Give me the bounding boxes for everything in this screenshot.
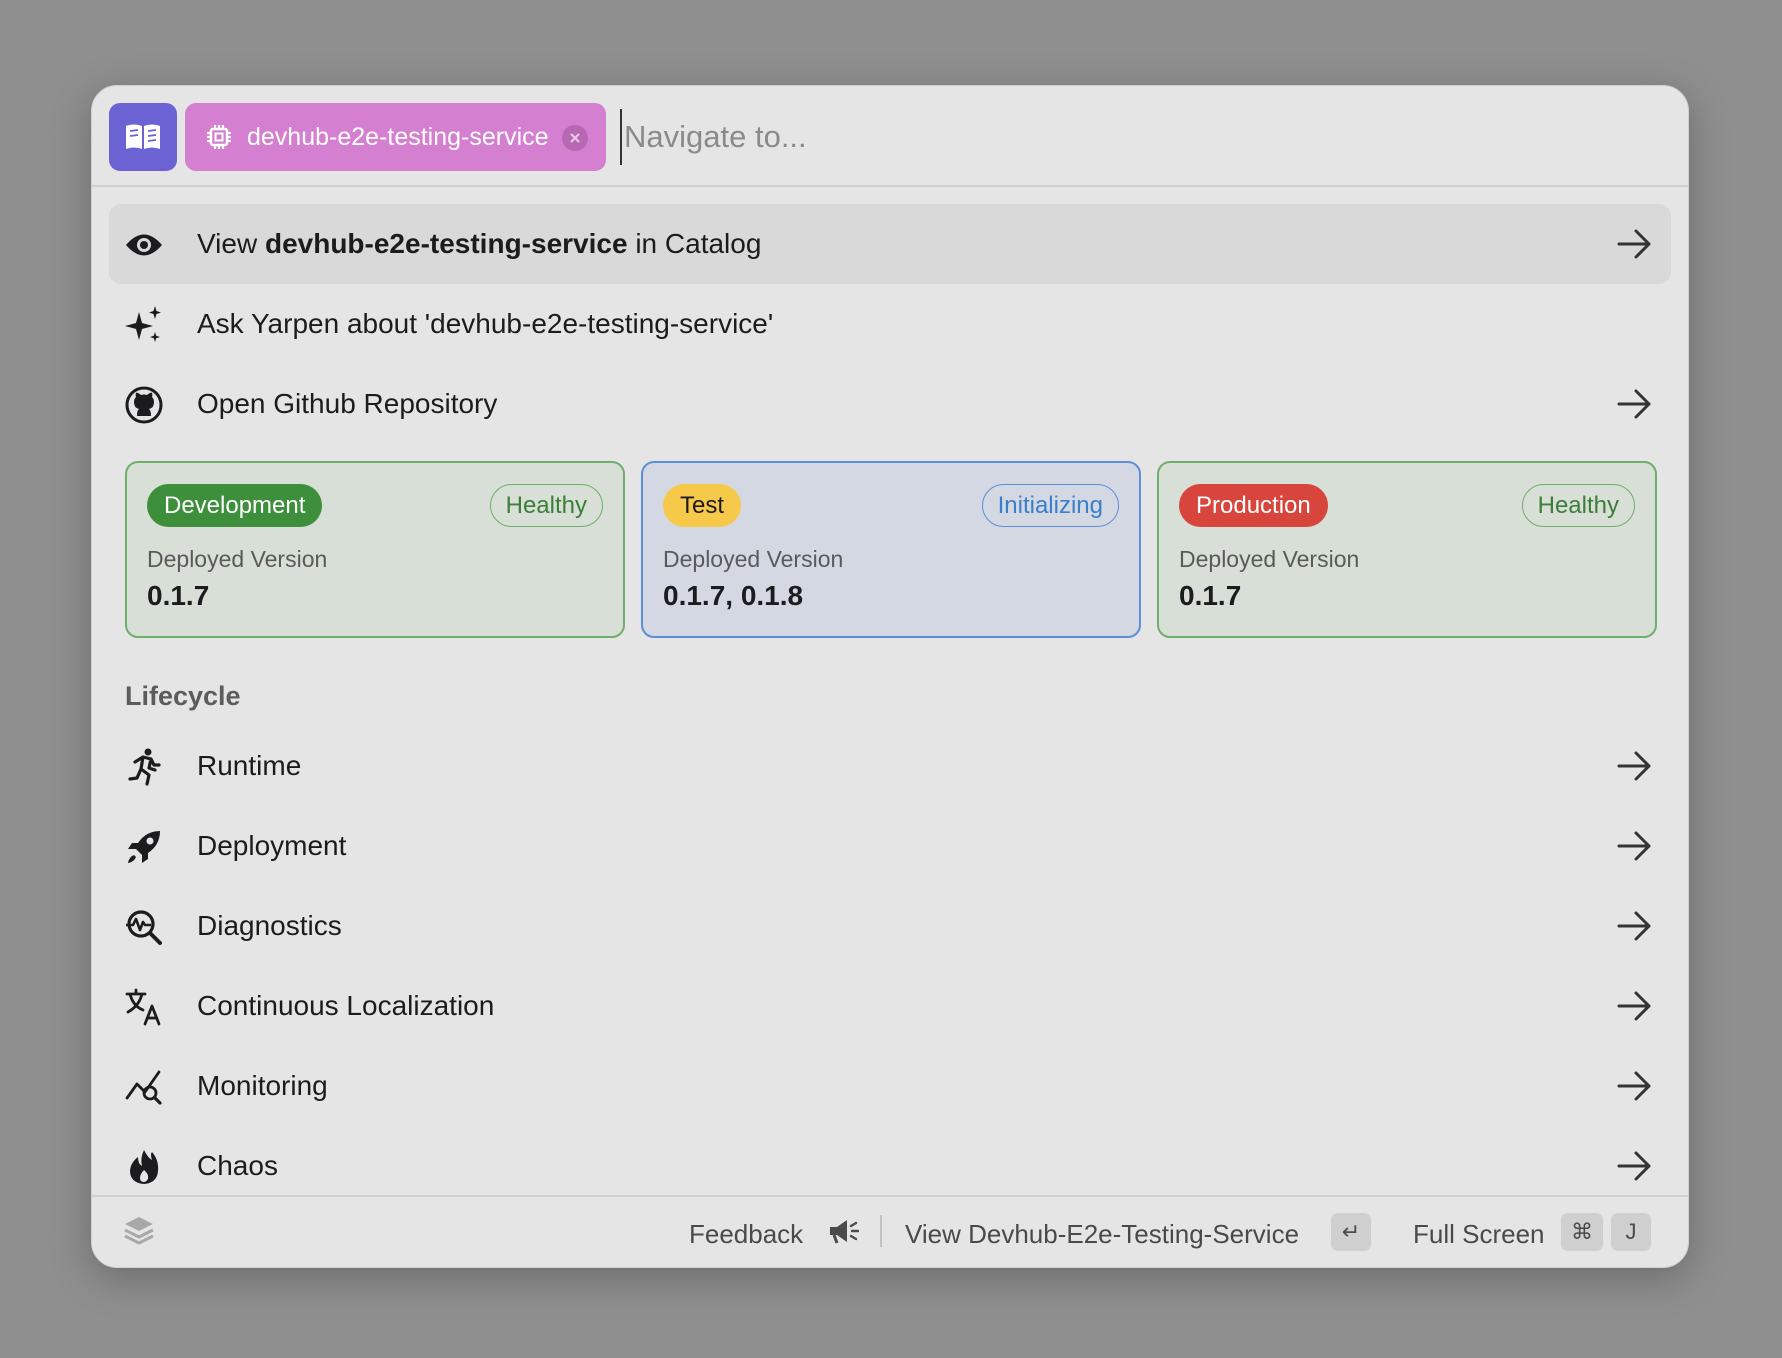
footer-divider: [880, 1215, 882, 1247]
lifecycle-item-label: Runtime: [197, 750, 302, 781]
open-github-item[interactable]: Open Github Repository: [109, 364, 1671, 444]
cmd-key-hint: ⌘: [1561, 1213, 1603, 1251]
entity-chip[interactable]: devhub-e2e-testing-service: [185, 103, 606, 171]
lifecycle-heading: Lifecycle: [125, 681, 241, 711]
view-entity-label[interactable]: View Devhub-E2e-Testing-Service: [905, 1219, 1299, 1250]
lifecycle-item-label: Chaos: [197, 1150, 278, 1181]
arrow-right-icon: [1615, 746, 1655, 786]
book-icon: [126, 124, 160, 149]
arrow-right-icon: [1615, 384, 1655, 424]
env-badge: Production: [1179, 484, 1328, 527]
lifecycle-item-monitoring[interactable]: Monitoring: [109, 1046, 1671, 1126]
arrow-right-icon: [1615, 1066, 1655, 1106]
entity-chip-label: devhub-e2e-testing-service: [247, 122, 549, 151]
open-github-label: Open Github Repository: [197, 388, 498, 419]
search-input[interactable]: [620, 109, 1620, 165]
close-icon[interactable]: [562, 125, 588, 151]
lifecycle-item-diagnostics[interactable]: Diagnostics: [109, 886, 1671, 966]
arrow-right-icon: [1615, 826, 1655, 866]
status-badge: Initializing: [981, 484, 1119, 527]
deployed-version-label: Deployed Version: [1179, 546, 1360, 572]
deployed-version-value: 0.1.7: [147, 580, 210, 611]
arrow-right-icon: [1615, 224, 1655, 264]
stack-logo-icon: [123, 1215, 155, 1256]
feedback-link[interactable]: Feedback: [689, 1219, 803, 1250]
fire-icon: [125, 1148, 163, 1186]
search-header: devhub-e2e-testing-service: [92, 86, 1688, 187]
arrow-right-icon: [1615, 906, 1655, 946]
deployed-version-value: 0.1.7, 0.1.8: [663, 580, 804, 611]
footer-bar: Feedback View Devhub-E2e-Testing-Service…: [92, 1195, 1688, 1267]
ask-yarpen-label: Ask Yarpen about 'devhub-e2e-testing-ser…: [197, 308, 774, 339]
megaphone-icon[interactable]: [827, 1217, 860, 1252]
enter-key-hint: ↵: [1331, 1213, 1371, 1251]
lifecycle-item-label: Continuous Localization: [197, 990, 495, 1021]
env-card-development[interactable]: Development Healthy Deployed Version 0.1…: [125, 461, 625, 638]
diagnostics-icon: [125, 908, 163, 946]
status-badge: Healthy: [1521, 484, 1635, 527]
env-card-test[interactable]: Test Initializing Deployed Version 0.1.7…: [641, 461, 1141, 638]
monitoring-icon: [125, 1068, 163, 1106]
env-card-production[interactable]: Production Healthy Deployed Version 0.1.…: [1157, 461, 1657, 638]
env-badge: Development: [147, 484, 323, 527]
command-palette: devhub-e2e-testing-service View devhub-e…: [91, 85, 1689, 1268]
lifecycle-item-continuous-localization[interactable]: Continuous Localization: [109, 966, 1671, 1046]
deployed-version-label: Deployed Version: [663, 546, 844, 572]
full-screen-label[interactable]: Full Screen: [1413, 1219, 1545, 1250]
lifecycle-item-runtime[interactable]: Runtime: [109, 726, 1671, 806]
lifecycle-item-label: Deployment: [197, 830, 347, 861]
lifecycle-item-label: Monitoring: [197, 1070, 328, 1101]
eye-icon: [125, 226, 163, 264]
arrow-right-icon: [1615, 986, 1655, 1026]
deployed-version-value: 0.1.7: [1179, 580, 1242, 611]
env-badge: Test: [663, 484, 742, 527]
view-in-catalog-item[interactable]: View devhub-e2e-testing-service in Catal…: [109, 204, 1671, 284]
sparkles-icon: [125, 306, 163, 344]
lifecycle-item-chaos[interactable]: Chaos: [109, 1126, 1671, 1206]
deployed-version-label: Deployed Version: [147, 546, 328, 572]
catalog-button[interactable]: [109, 103, 177, 171]
arrow-right-icon: [1615, 1146, 1655, 1186]
lifecycle-item-deployment[interactable]: Deployment: [109, 806, 1671, 886]
view-in-catalog-label: View devhub-e2e-testing-service in Catal…: [197, 228, 762, 259]
status-badge: Healthy: [489, 484, 603, 527]
chip-icon: [205, 123, 233, 151]
github-icon: [125, 386, 163, 424]
rocket-icon: [125, 828, 163, 866]
j-key-hint: J: [1611, 1213, 1651, 1251]
translate-icon: [125, 988, 163, 1026]
running-icon: [125, 748, 163, 786]
lifecycle-item-label: Diagnostics: [197, 910, 342, 941]
ask-yarpen-item[interactable]: Ask Yarpen about 'devhub-e2e-testing-ser…: [109, 284, 1671, 364]
